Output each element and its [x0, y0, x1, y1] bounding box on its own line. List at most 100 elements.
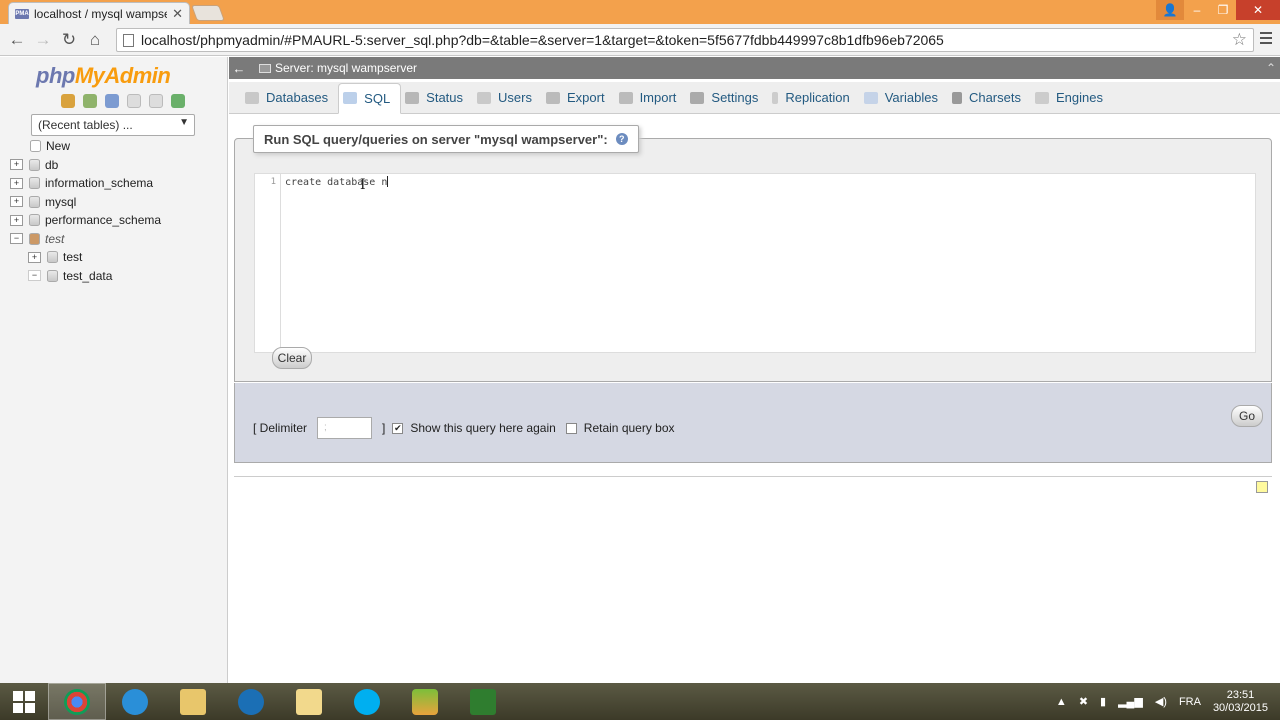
tray-expand-icon[interactable]: ▲: [1056, 696, 1067, 708]
breadcrumb[interactable]: Server: mysql wampserver: [259, 61, 417, 75]
query-help-icon[interactable]: [105, 94, 119, 108]
reload-nav-icon[interactable]: [171, 94, 185, 108]
chevron-down-icon: ▼: [179, 117, 189, 128]
taskbar-camtasia[interactable]: [454, 683, 512, 720]
tree-item-test-table[interactable]: + test: [28, 248, 161, 267]
tree-item-db[interactable]: + db: [10, 156, 161, 175]
tab-settings[interactable]: Settings: [686, 83, 768, 113]
collapse-icon[interactable]: −: [10, 233, 23, 245]
taskbar-chrome[interactable]: [48, 683, 106, 720]
address-bar[interactable]: localhost/phpmyadmin/#PMAURL-5:server_sq…: [116, 28, 1254, 52]
profile-icon[interactable]: 👤: [1156, 0, 1184, 20]
taskbar-bluestacks[interactable]: [396, 683, 454, 720]
collapse-menu-icon[interactable]: ⌃: [1266, 61, 1276, 75]
taskbar-explorer[interactable]: [164, 683, 222, 720]
delimiter-row: [ Delimiter ; ] ✔ Show this query here a…: [253, 417, 675, 439]
logout-icon[interactable]: [83, 94, 97, 108]
sql-panel-legend: Run SQL query/queries on server "mysql w…: [253, 125, 639, 153]
recent-tables-select[interactable]: (Recent tables) ... ▼: [31, 114, 195, 136]
taskbar-folder[interactable]: [280, 683, 338, 720]
browser-toolbar: ← → ↻ ⌂ localhost/phpmyadmin/#PMAURL-5:s…: [0, 24, 1280, 56]
variables-icon: [863, 91, 878, 104]
bookmark-star-icon[interactable]: ☆: [1232, 30, 1247, 50]
collapse-nav-icon[interactable]: ←: [231, 61, 247, 76]
clock-date: 30/03/2015: [1212, 701, 1268, 714]
tab-status[interactable]: Status: [401, 83, 473, 113]
show-query-checkbox[interactable]: ✔: [392, 422, 404, 434]
retain-query-checkbox[interactable]: [565, 422, 577, 434]
tree-item-test[interactable]: − test: [10, 230, 161, 249]
tree-item-new[interactable]: New: [10, 137, 161, 156]
tab-charsets[interactable]: Charsets: [948, 83, 1031, 113]
internet-explorer-icon: [122, 688, 148, 715]
tree-item-performance-schema[interactable]: + performance_schema: [10, 211, 161, 230]
tab-engines[interactable]: Engines: [1031, 83, 1113, 113]
line-number-gutter: 1: [255, 174, 281, 352]
sql-query-editor[interactable]: 1 create database n I: [254, 173, 1256, 353]
taskbar-skype[interactable]: [338, 683, 396, 720]
tab-import[interactable]: Import: [615, 83, 687, 113]
expand-icon[interactable]: −: [28, 270, 41, 282]
close-window-icon[interactable]: ✕: [1236, 0, 1280, 20]
url-text: localhost/phpmyadmin/#PMAURL-5:server_sq…: [141, 32, 944, 48]
network-icon[interactable]: ✖: [1079, 695, 1088, 708]
maximize-icon[interactable]: ❐: [1210, 0, 1236, 20]
go-button[interactable]: Go: [1231, 405, 1263, 427]
clock[interactable]: 23:51 30/03/2015: [1213, 689, 1268, 715]
language-indicator[interactable]: FRA: [1179, 696, 1201, 708]
tree-item-mysql[interactable]: + mysql: [10, 193, 161, 212]
browser-tab[interactable]: PMA localhost / mysql wampse ✕: [8, 2, 190, 24]
start-button[interactable]: [0, 683, 48, 720]
back-icon[interactable]: ←: [4, 30, 30, 50]
export-icon: [545, 91, 560, 104]
signal-icon[interactable]: ▂▄▆: [1118, 695, 1143, 708]
sql-query-fieldset: Run SQL query/queries on server "mysql w…: [234, 125, 1272, 382]
home-icon[interactable]: [61, 94, 75, 108]
users-icon: [477, 91, 492, 104]
camtasia-icon: [470, 688, 496, 715]
expand-icon[interactable]: +: [10, 177, 23, 189]
table-icon: [47, 251, 58, 264]
clear-button[interactable]: Clear: [272, 347, 312, 369]
forward-icon[interactable]: →: [30, 30, 56, 50]
expand-icon[interactable]: +: [10, 214, 23, 226]
windows-logo-icon: [13, 690, 35, 713]
tree-item-test-data[interactable]: − test_data: [28, 267, 161, 286]
show-query-label: Show this query here again: [410, 421, 556, 435]
navigation-panel: phpMyAdmin (Recent tables) ... ▼ New + d…: [0, 57, 228, 683]
expand-icon[interactable]: +: [28, 251, 41, 263]
app-icon: [238, 688, 264, 715]
taskbar-app[interactable]: [222, 683, 280, 720]
tree-item-information-schema[interactable]: + information_schema: [10, 174, 161, 193]
tab-variables[interactable]: Variables: [860, 83, 948, 113]
expand-icon[interactable]: +: [10, 159, 23, 171]
chrome-menu-icon[interactable]: [1260, 32, 1272, 47]
close-tab-icon[interactable]: ✕: [172, 6, 183, 22]
taskbar-ie[interactable]: [106, 683, 164, 720]
new-tab-button[interactable]: [191, 5, 225, 21]
clock-time: 23:51: [1226, 688, 1255, 701]
reload-icon[interactable]: ↻: [56, 30, 82, 50]
help-icon[interactable]: ?: [615, 133, 628, 145]
tab-title: localhost / mysql wampse: [34, 6, 168, 21]
tab-export[interactable]: Export: [542, 83, 615, 113]
tab-replication[interactable]: Replication: [768, 83, 859, 113]
minimize-icon[interactable]: –: [1184, 0, 1210, 20]
tab-sql[interactable]: SQL: [338, 82, 402, 114]
system-tray: ▲ ✖ ▮ ▂▄▆ ◀) FRA 23:51 30/03/2015: [1056, 683, 1280, 720]
docs-icon[interactable]: [127, 94, 141, 108]
databases-icon: [245, 91, 259, 104]
tab-databases[interactable]: Databases: [241, 83, 338, 113]
tab-users[interactable]: Users: [473, 83, 542, 113]
delimiter-input[interactable]: ;: [317, 417, 373, 439]
expand-icon[interactable]: +: [10, 196, 23, 208]
database-icon: [29, 214, 40, 227]
home-icon[interactable]: ⌂: [82, 30, 108, 50]
battery-icon[interactable]: ▮: [1100, 695, 1106, 708]
phpmyadmin-logo[interactable]: phpMyAdmin: [36, 63, 171, 89]
page-icon: [123, 33, 134, 47]
console-toggle-icon[interactable]: [1256, 481, 1268, 493]
status-icon: [405, 91, 420, 104]
settings-icon[interactable]: [149, 94, 163, 108]
volume-icon[interactable]: ◀): [1155, 695, 1167, 708]
